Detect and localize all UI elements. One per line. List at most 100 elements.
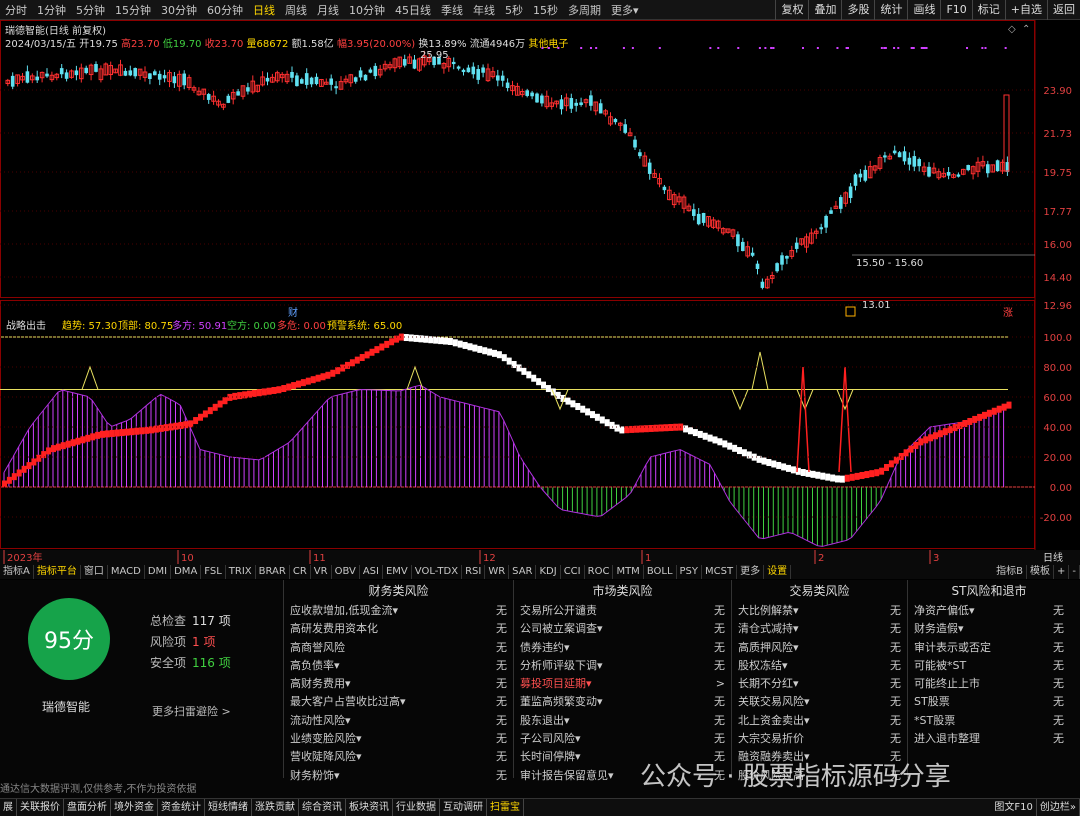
risk-row[interactable]: 高财务费用▾ 无 xyxy=(284,675,513,693)
toolbar-button-2[interactable]: 多股 xyxy=(841,0,874,20)
indicator-tab-11[interactable]: OBV xyxy=(332,565,360,579)
period-tab-10[interactable]: 45日线 xyxy=(390,2,436,18)
indicator-right-tab-0[interactable]: 指标B xyxy=(993,565,1027,579)
risk-row[interactable]: *ST股票 无 xyxy=(908,712,1070,730)
risk-row[interactable]: 清仓式减持▾ 无 xyxy=(732,620,907,638)
indicator-tab-6[interactable]: FSL xyxy=(201,565,226,579)
risk-row[interactable]: 分析师评级下调▾ 无 xyxy=(514,657,731,675)
risk-row[interactable]: 流动性风险▾ 无 xyxy=(284,712,513,730)
period-tab-5[interactable]: 60分钟 xyxy=(202,2,248,18)
marker-icon[interactable] xyxy=(845,306,856,317)
risk-row[interactable]: 长期不分红▾ 无 xyxy=(732,675,907,693)
toolbar-button-3[interactable]: 统计 xyxy=(874,0,907,20)
risk-row[interactable]: 财务造假▾ 无 xyxy=(908,620,1070,638)
period-tab-6[interactable]: 日线 xyxy=(248,2,280,18)
toolbar-button-5[interactable]: F10 xyxy=(940,0,971,20)
period-tab-13[interactable]: 5秒 xyxy=(500,2,528,18)
indicator-tab-18[interactable]: KDJ xyxy=(536,565,561,579)
status-item-1[interactable]: 关联报价 xyxy=(17,799,64,816)
toolbar-button-8[interactable]: 返回 xyxy=(1047,0,1080,20)
indicator-tab-13[interactable]: EMV xyxy=(383,565,412,579)
period-tab-16[interactable]: 更多▾ xyxy=(606,2,644,18)
risk-row[interactable]: 董监高频繁变动▾ 无 xyxy=(514,693,731,711)
risk-row[interactable]: 高质押风险▾ 无 xyxy=(732,639,907,657)
risk-row[interactable]: 子公司风险▾ 无 xyxy=(514,730,731,748)
indicator-tab-0[interactable]: 指标A xyxy=(0,565,34,579)
status-right-1[interactable]: 创边栏» xyxy=(1037,799,1080,816)
indicator-right-tab-1[interactable]: 模板 xyxy=(1027,565,1054,579)
period-tab-3[interactable]: 15分钟 xyxy=(110,2,156,18)
risk-row[interactable]: 股权冻结▾ 无 xyxy=(732,657,907,675)
risk-row[interactable]: 大宗交易折价 无 xyxy=(732,730,907,748)
indicator-tab-8[interactable]: BRAR xyxy=(256,565,290,579)
risk-row[interactable]: 高研发费用资本化 无 xyxy=(284,620,513,638)
risk-row[interactable]: ST股票 无 xyxy=(908,693,1070,711)
indicator-tab-3[interactable]: MACD xyxy=(108,565,145,579)
period-tab-14[interactable]: 15秒 xyxy=(528,2,563,18)
risk-row[interactable]: 业绩变脸风险▾ 无 xyxy=(284,730,513,748)
indicator-tab-26[interactable]: 设置 xyxy=(764,565,792,579)
period-tab-7[interactable]: 周线 xyxy=(280,2,312,18)
status-item-5[interactable]: 短线情绪 xyxy=(205,799,252,816)
period-tab-8[interactable]: 月线 xyxy=(312,2,344,18)
status-item-7[interactable]: 综合资讯 xyxy=(299,799,346,816)
indicator-tab-4[interactable]: DMI xyxy=(145,565,172,579)
status-item-0[interactable]: 展 xyxy=(0,799,17,816)
indicator-right-tab-3[interactable]: - xyxy=(1069,565,1080,579)
period-tab-9[interactable]: 10分钟 xyxy=(344,2,390,18)
period-tab-0[interactable]: 分时 xyxy=(0,2,32,18)
indicator-tab-16[interactable]: WR xyxy=(485,565,510,579)
risk-row[interactable]: 净资产偏低▾ 无 xyxy=(908,602,1070,620)
toolbar-button-0[interactable]: 复权 xyxy=(775,0,808,20)
status-item-2[interactable]: 盘面分析 xyxy=(64,799,111,816)
risk-row[interactable]: 债券违约▾ 无 xyxy=(514,639,731,657)
risk-row[interactable]: 可能被*ST 无 xyxy=(908,657,1070,675)
indicator-name[interactable]: 战略出击 xyxy=(6,319,46,332)
period-tab-15[interactable]: 多周期 xyxy=(563,2,606,18)
risk-row[interactable]: 北上资金卖出▾ 无 xyxy=(732,712,907,730)
toolbar-button-6[interactable]: 标记 xyxy=(971,0,1005,20)
status-item-10[interactable]: 互动调研 xyxy=(440,799,487,816)
indicator-tab-24[interactable]: MCST xyxy=(702,565,738,579)
indicator-tab-14[interactable]: VOL-TDX xyxy=(412,565,463,579)
risk-row[interactable]: 审计表示或否定 无 xyxy=(908,639,1070,657)
indicator-tab-19[interactable]: CCI xyxy=(561,565,585,579)
indicator-tab-10[interactable]: VR xyxy=(311,565,332,579)
risk-row[interactable]: 应收款增加,低现金流▾ 无 xyxy=(284,602,513,620)
indicator-tab-2[interactable]: 窗口 xyxy=(81,565,108,579)
risk-row[interactable]: 营收陡降风险▾ 无 xyxy=(284,748,513,766)
indicator-tab-12[interactable]: ASI xyxy=(360,565,383,579)
indicator-tab-21[interactable]: MTM xyxy=(613,565,644,579)
period-tab-1[interactable]: 1分钟 xyxy=(32,2,71,18)
risk-row[interactable]: 可能终止上市 无 xyxy=(908,675,1070,693)
finance-tag[interactable]: 财 xyxy=(288,306,298,319)
period-tab-2[interactable]: 5分钟 xyxy=(71,2,110,18)
risk-row[interactable]: 交易所公开谴责 无 xyxy=(514,602,731,620)
risk-row[interactable]: 高商誉风险 无 xyxy=(284,639,513,657)
status-item-8[interactable]: 板块资讯 xyxy=(346,799,393,816)
status-item-4[interactable]: 资金统计 xyxy=(158,799,205,816)
risk-row[interactable]: 财务粉饰▾ 无 xyxy=(284,767,513,785)
risk-row[interactable]: 大比例解禁▾ 无 xyxy=(732,602,907,620)
indicator-tab-25[interactable]: 更多 xyxy=(737,565,765,579)
indicator-tab-15[interactable]: RSI xyxy=(462,565,486,579)
indicator-tab-7[interactable]: TRIX xyxy=(226,565,256,579)
toolbar-button-7[interactable]: +自选 xyxy=(1004,0,1047,20)
risk-row[interactable]: 公司被立案调查▾ 无 xyxy=(514,620,731,638)
risk-row[interactable]: 最大客户占营收比过高▾ 无 xyxy=(284,693,513,711)
chevron-up-icon[interactable]: ⌃ xyxy=(1022,24,1030,35)
indicator-tab-1[interactable]: 指标平台 xyxy=(34,565,81,579)
diamond-icon[interactable]: ◇ xyxy=(1008,24,1016,35)
risk-row[interactable]: 高负债率▾ 无 xyxy=(284,657,513,675)
status-item-11[interactable]: 扫雷宝 xyxy=(487,799,524,816)
status-item-3[interactable]: 境外资金 xyxy=(111,799,158,816)
toolbar-button-1[interactable]: 叠加 xyxy=(808,0,841,20)
limit-up-tag[interactable]: 涨 xyxy=(1003,307,1013,319)
indicator-tab-17[interactable]: SAR xyxy=(509,565,537,579)
indicator-tab-23[interactable]: PSY xyxy=(677,565,703,579)
indicator-tab-22[interactable]: BOLL xyxy=(644,565,677,579)
risk-row[interactable]: 进入退市整理 无 xyxy=(908,730,1070,748)
risk-row[interactable]: 股东退出▾ 无 xyxy=(514,712,731,730)
period-tab-12[interactable]: 年线 xyxy=(468,2,500,18)
indicator-tab-20[interactable]: ROC xyxy=(585,565,614,579)
